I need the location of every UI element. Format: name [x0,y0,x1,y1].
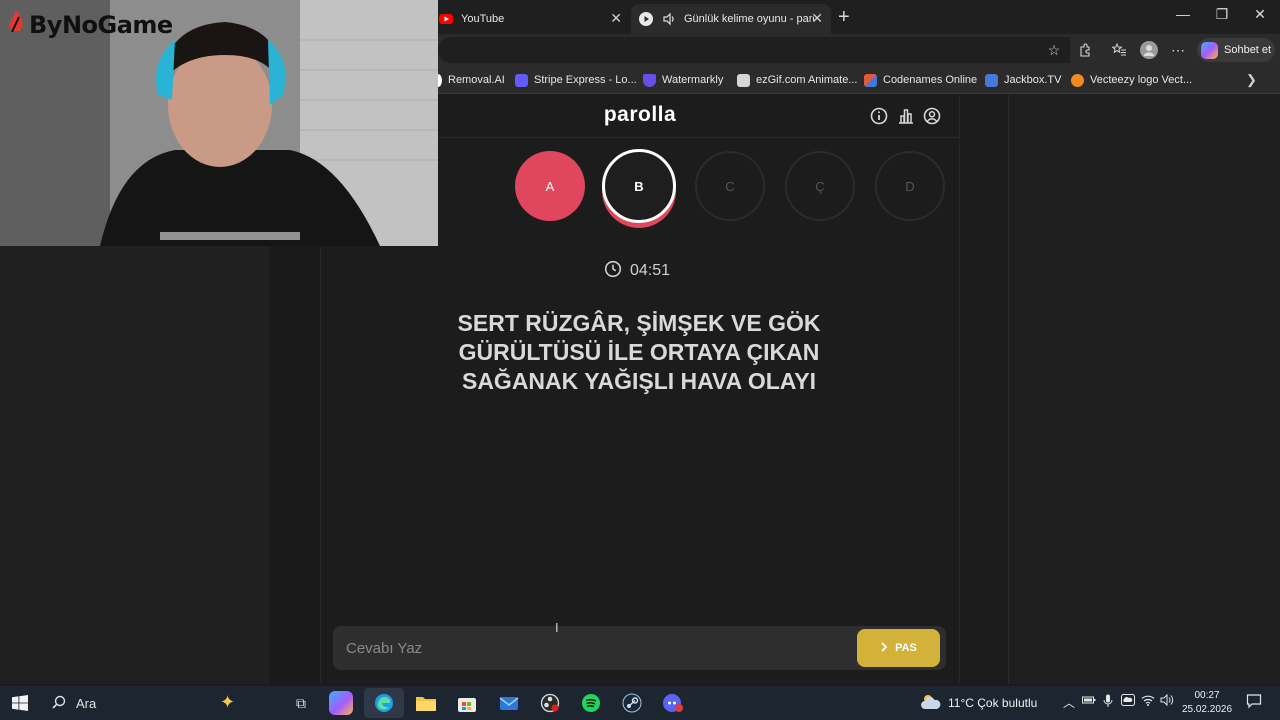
letter-circle-c-cedilla: Ç [785,151,855,221]
user-profile-icon[interactable] [922,106,942,126]
windows-start-icon[interactable] [12,695,28,716]
bookmark-watermarkly[interactable]: Watermarkly [643,72,723,88]
extensions-icon[interactable] [1074,39,1096,61]
bookmark-label: Stripe Express - Lo... [534,74,637,86]
bookmark-label: Jackbox.TV [1004,74,1062,86]
youtube-icon [438,11,454,27]
more-menu-icon[interactable]: ⋯ [1167,39,1189,61]
parolla-icon [638,11,654,27]
microphone-icon[interactable] [1102,694,1114,711]
chevron-right-icon[interactable]: ❯ [1246,72,1257,88]
wifi-icon[interactable] [1141,694,1155,709]
weather-text: 11°C Çok bulutlu [948,696,1038,710]
spotify-icon[interactable] [578,690,604,716]
stripe-icon [515,73,528,87]
text-cursor-icon: I [555,620,559,635]
new-tab-button[interactable]: + [838,6,850,29]
logo-text: ByNoGame [29,11,173,39]
tab-label: Günlük kelime oyunu - parolla [684,13,814,25]
stats-chart-icon[interactable] [896,106,916,126]
tab-youtube[interactable]: YouTube ✕ [438,4,630,34]
taskbar-search[interactable]: Ara ✦ [42,689,282,717]
page-right-panel [1008,94,1280,684]
edge-taskbar-button[interactable] [364,688,404,718]
clock-date: 25.02.2026 [1181,704,1233,715]
notification-icon[interactable] [1246,693,1262,712]
steam-icon[interactable] [619,690,645,716]
info-icon[interactable] [869,106,889,126]
chevron-up-icon[interactable]: ︿ [1063,694,1075,711]
edge-icon [375,694,393,712]
bynogame-logo: ByNoGame [6,10,173,40]
store-icon[interactable] [454,690,480,716]
page-left-panel [0,246,270,684]
volume-icon[interactable] [1160,693,1175,709]
speaker-icon[interactable] [661,11,677,27]
search-icon [52,695,66,712]
battery-icon[interactable] [1082,694,1096,709]
restore-icon[interactable]: ❐ [1202,6,1242,23]
profile-avatar[interactable] [1138,39,1160,61]
app-title[interactable]: parolla [560,103,720,127]
vecteezy-icon [1071,73,1084,87]
letter-circle-b: B [602,149,676,223]
pass-button[interactable]: PAS [857,629,940,667]
chevron-right-icon [880,641,888,655]
timer-value: 04:51 [630,262,671,279]
mail-icon[interactable] [496,690,522,716]
codenames-icon [864,73,877,87]
jackbox-icon [985,73,998,87]
letter-circle-a: A [515,151,585,221]
tab-label: YouTube [461,13,505,25]
bookmark-label: Vecteezy logo Vect... [1090,74,1193,86]
favorites-icon[interactable] [1108,39,1130,61]
bookmark-removal-ai[interactable]: Removal.AI [434,72,505,88]
copilot-app-icon[interactable] [329,691,353,715]
cloud-sync-icon[interactable] [1121,694,1135,709]
close-icon[interactable]: ✕ [811,10,823,27]
favorite-star-icon[interactable]: ☆ [1043,39,1065,61]
search-label: Ara [76,695,97,711]
minimize-icon[interactable]: — [1163,6,1203,22]
tab-parolla[interactable]: Günlük kelime oyunu - parolla ✕ [631,4,831,34]
address-bar[interactable] [438,37,1070,63]
question-text: SERT RÜZGÂR, ŞİMŞEK VE GÖK GÜRÜLTÜSÜ İLE… [457,310,821,394]
taskbar-clock[interactable]: 00:27 25.02.2026 [1180,689,1234,717]
bookmark-ezgif[interactable]: ezGif.com Animate... [737,72,857,88]
task-view-icon[interactable]: ⧉ [288,690,314,716]
pass-label: PAS [895,642,917,654]
bookmark-vecteezy[interactable]: Vecteezy logo Vect... [1071,72,1192,88]
copilot-chat-button[interactable]: Sohbet et [1197,38,1275,62]
bookmark-jackbox[interactable]: Jackbox.TV [985,72,1061,88]
window-close-icon[interactable]: ✕ [1240,6,1280,23]
cloudy-weather-icon [920,693,942,714]
weather-widget[interactable]: 11°C Çok bulutlu [920,690,1037,716]
timer: 04:51 [604,260,671,283]
bynogame-flame-icon [6,9,26,41]
letter-circle-d: D [875,151,945,221]
bookmark-stripe-express[interactable]: Stripe Express - Lo... [515,72,637,88]
copilot-icon [1201,41,1218,59]
clock-icon [604,260,622,283]
copilot-label: Sohbet et [1224,44,1272,56]
bookmark-label: Codenames Online [883,74,978,86]
discord-icon[interactable] [660,690,686,716]
obs-recording-icon[interactable] [537,690,563,716]
ezgif-icon [737,73,750,87]
bookmark-label: Removal.AI [448,74,505,86]
watermarkly-shield-icon [643,73,656,87]
file-explorer-icon[interactable] [413,690,439,716]
sparkle-icon: ✦ [220,692,236,712]
bookmark-codenames[interactable]: Codenames Online [864,72,977,88]
bookmark-label: ezGif.com Animate... [756,74,858,86]
close-icon[interactable]: ✕ [610,10,622,27]
letter-circle-c: C [695,151,765,221]
bookmark-label: Watermarkly [662,74,724,86]
answer-input[interactable] [346,636,846,660]
clock-time: 00:27 [1194,690,1220,701]
